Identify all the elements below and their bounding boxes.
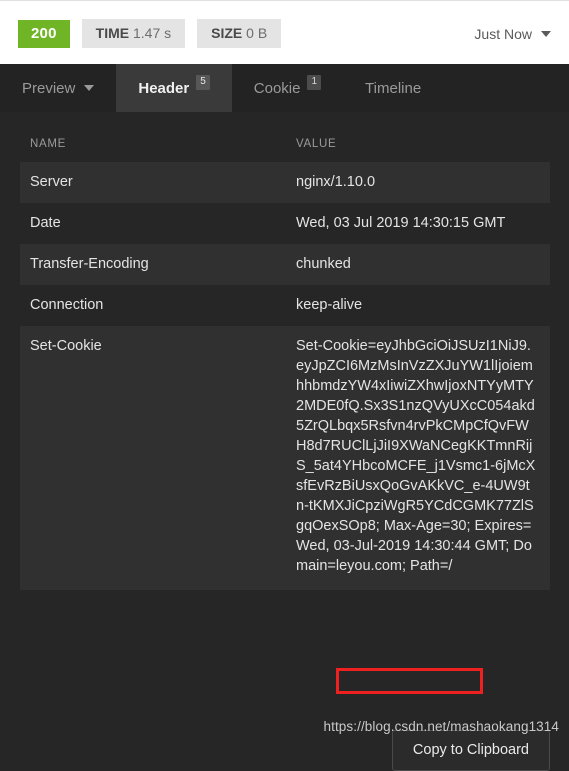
header-value: chunked xyxy=(296,256,351,272)
watermark-url: https://blog.csdn.net/mashaokang1314 xyxy=(323,719,559,734)
header-value: Set-Cookie=eyJhbGciOiJSUzI1NiJ9.eyJpZCI6… xyxy=(296,338,536,574)
timestamp-label: Just Now xyxy=(474,26,532,42)
timestamp-dropdown[interactable]: Just Now xyxy=(474,26,551,42)
status-bar: 200 TIME 1.47 s SIZE 0 B Just Now xyxy=(0,0,569,64)
table-row: Set-Cookie Set-Cookie=eyJhbGciOiJSUzI1Ni… xyxy=(20,326,550,590)
tab-timeline-label: Timeline xyxy=(365,79,422,97)
table-row: Transfer-Encoding chunked xyxy=(20,244,550,285)
copy-to-clipboard-button[interactable]: Copy to Clipboard xyxy=(391,730,550,771)
size-value: 0 B xyxy=(246,25,268,41)
time-label: TIME xyxy=(95,25,130,41)
table-row: Server nginx/1.10.0 xyxy=(20,162,550,203)
headers-table: NAME VALUE Server nginx/1.10.0 Date Wed,… xyxy=(20,132,550,590)
size-chip: SIZE 0 B xyxy=(197,19,282,48)
time-value: 1.47 s xyxy=(132,25,172,41)
header-value: Wed, 03 Jul 2019 14:30:15 GMT xyxy=(296,215,506,231)
tab-bar: Preview Header 5 Cookie 1 Timeline xyxy=(0,64,569,112)
table-column-headers: NAME VALUE xyxy=(20,132,550,162)
header-name: Date xyxy=(30,215,61,231)
header-panel: NAME VALUE Server nginx/1.10.0 Date Wed,… xyxy=(0,112,569,771)
tab-preview[interactable]: Preview xyxy=(0,64,116,112)
tab-header[interactable]: Header 5 xyxy=(116,64,232,112)
table-row: Connection keep-alive xyxy=(20,285,550,326)
tab-preview-label: Preview xyxy=(22,79,76,97)
header-name: Server xyxy=(30,174,73,190)
column-header-value: VALUE xyxy=(296,138,337,150)
header-value: nginx/1.10.0 xyxy=(296,174,376,190)
header-name: Set-Cookie xyxy=(30,338,102,354)
column-header-name: NAME xyxy=(30,138,67,150)
tab-cookie[interactable]: Cookie 1 xyxy=(232,64,343,112)
header-name: Connection xyxy=(30,297,104,313)
header-value: keep-alive xyxy=(296,297,363,313)
http-status-badge: 200 xyxy=(18,19,70,48)
tab-cookie-label: Cookie xyxy=(253,79,301,97)
status-chip-group: 200 TIME 1.47 s SIZE 0 B xyxy=(18,19,282,48)
table-row: Date Wed, 03 Jul 2019 14:30:15 GMT xyxy=(20,203,550,244)
size-label: SIZE xyxy=(211,25,243,41)
header-name: Transfer-Encoding xyxy=(30,256,149,272)
tab-header-badge: 5 xyxy=(196,74,210,90)
chevron-down-icon xyxy=(84,85,95,91)
tab-timeline[interactable]: Timeline xyxy=(343,64,443,112)
domain-highlight-annotation xyxy=(336,668,483,694)
chevron-down-icon xyxy=(541,31,551,37)
tab-cookie-badge: 1 xyxy=(307,74,322,90)
tab-header-label: Header xyxy=(138,79,190,97)
time-chip: TIME 1.47 s xyxy=(81,19,186,48)
